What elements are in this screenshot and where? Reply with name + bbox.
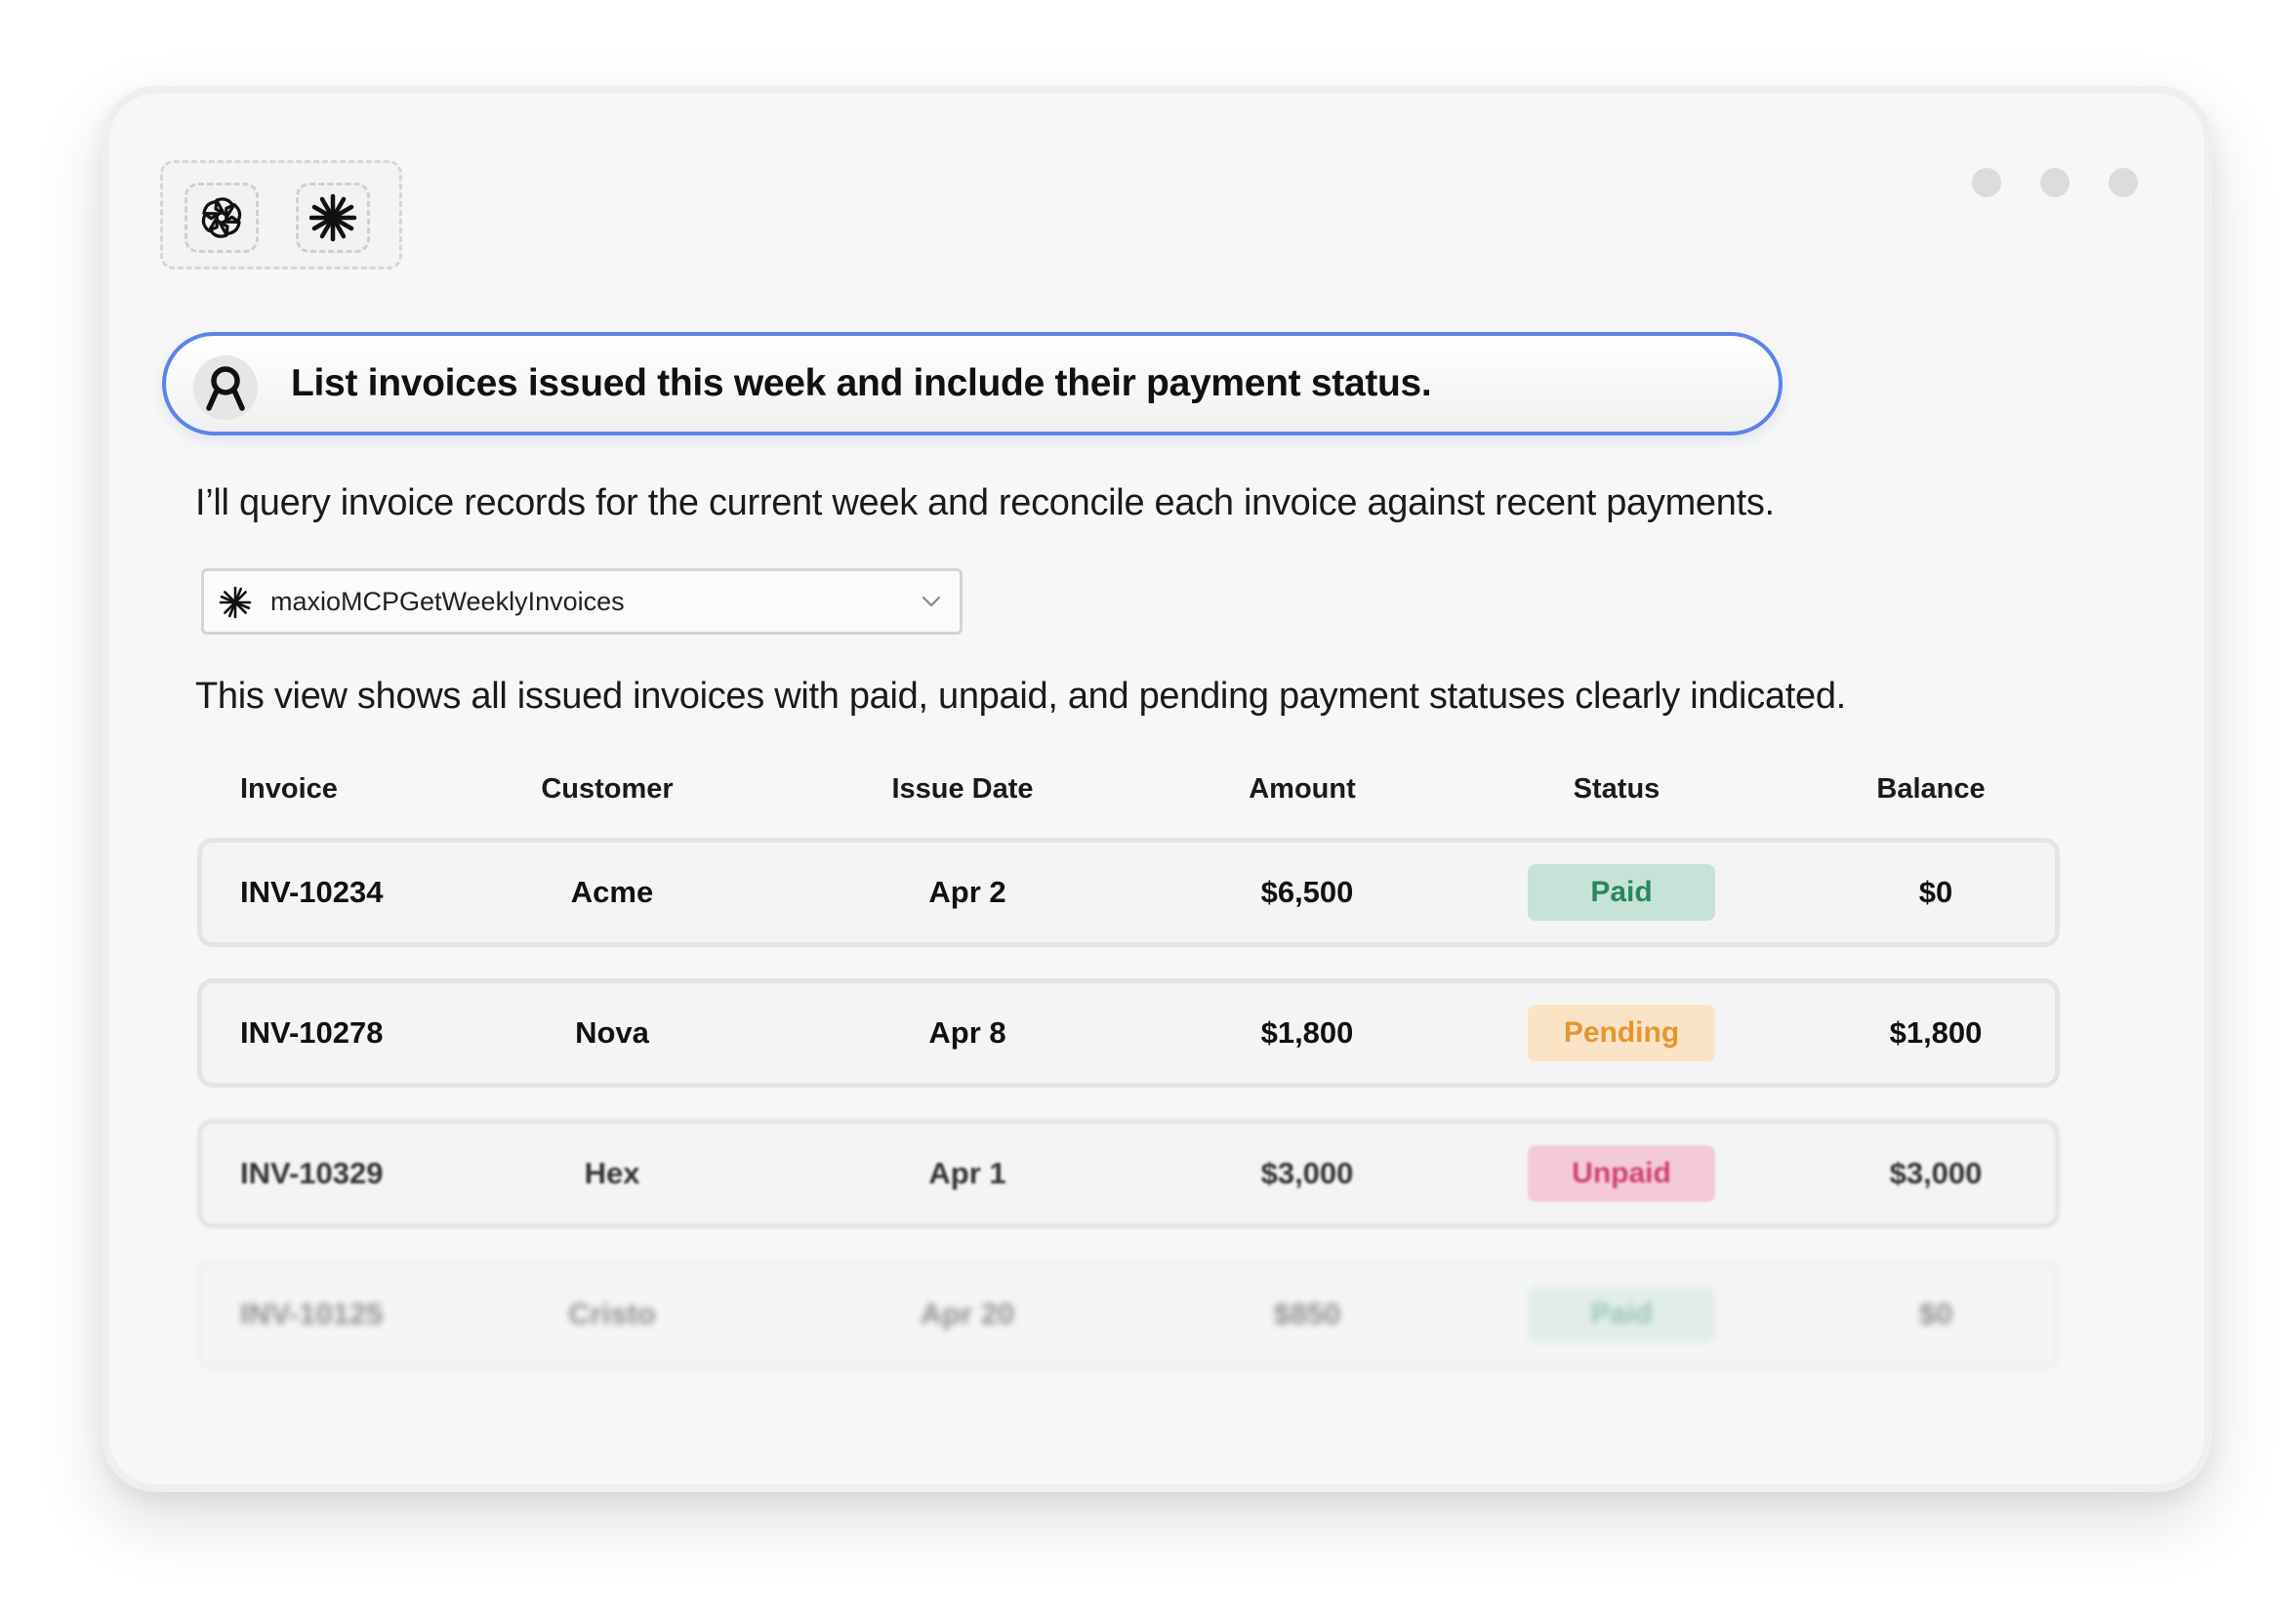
cell-invoice: INV-10278 [240,1015,384,1050]
cell-issue-date: Apr 2 [928,875,1006,909]
model-logos [160,160,402,269]
window-dot-1[interactable] [1972,168,2001,197]
reply-summary: This view shows all issued invoices with… [195,676,1846,717]
header-balance: Balance [1876,773,1986,805]
cell-customer: Cristo [568,1297,656,1331]
cell-issue-date: Apr 1 [928,1156,1006,1190]
cell-invoice: INV-10125 [240,1297,384,1331]
header-invoice: Invoice [240,773,338,805]
status-badge: Pending [1528,1005,1715,1061]
asterisk-logo-icon[interactable] [296,183,370,253]
cell-amount: $1,800 [1260,1015,1354,1050]
header-issue-date: Issue Date [891,773,1034,805]
cell-amount: $6,500 [1260,875,1354,909]
cell-amount: $850 [1273,1297,1341,1331]
cell-balance: $0 [1918,1297,1953,1331]
table-row[interactable]: INV-10278 Nova Apr 8 $1,800 Pending $1,8… [197,978,2060,1088]
status-badge: Paid [1528,1286,1715,1343]
table-row[interactable]: INV-10329 Hex Apr 1 $3,000 Unpaid $3,000 [197,1119,2060,1228]
cell-balance: $0 [1918,875,1953,909]
tool-call-dropdown[interactable]: maxioMCPGetWeeklyInvoices [201,568,963,635]
window-dot-3[interactable] [2109,168,2138,197]
table-row[interactable]: INV-10125 Cristo Apr 20 $850 Paid $0 [197,1260,2060,1369]
header-amount: Amount [1249,773,1356,805]
cell-issue-date: Apr 20 [920,1297,1015,1331]
cell-balance: $3,000 [1889,1156,1983,1190]
cell-customer: Nova [575,1015,649,1050]
header-customer: Customer [541,773,674,805]
status-badge: Unpaid [1528,1145,1715,1202]
window-dot-2[interactable] [2040,168,2070,197]
cell-invoice: INV-10234 [240,875,384,909]
reply-intro: I’ll query invoice records for the curre… [195,482,1775,523]
app-window: List invoices issued this week and inclu… [102,86,2212,1492]
cell-amount: $3,000 [1260,1156,1354,1190]
header-status: Status [1573,773,1660,805]
status-badge: Paid [1528,864,1715,921]
cell-balance: $1,800 [1889,1015,1983,1050]
tool-name: maxioMCPGetWeeklyInvoices [270,587,625,616]
cell-customer: Hex [584,1156,640,1190]
cell-issue-date: Apr 8 [928,1015,1006,1050]
openai-logo-icon[interactable] [184,183,259,253]
cell-customer: Acme [570,875,654,909]
prompt-bar[interactable]: List invoices issued this week and inclu… [162,332,1783,435]
maxio-logo-icon [193,355,258,420]
prompt-text: List invoices issued this week and inclu… [291,362,1432,404]
maxio-asterisk-icon [218,585,253,625]
cell-invoice: INV-10329 [240,1156,384,1190]
table-row[interactable]: INV-10234 Acme Apr 2 $6,500 Paid $0 [197,838,2060,947]
chevron-down-icon[interactable] [921,591,942,617]
